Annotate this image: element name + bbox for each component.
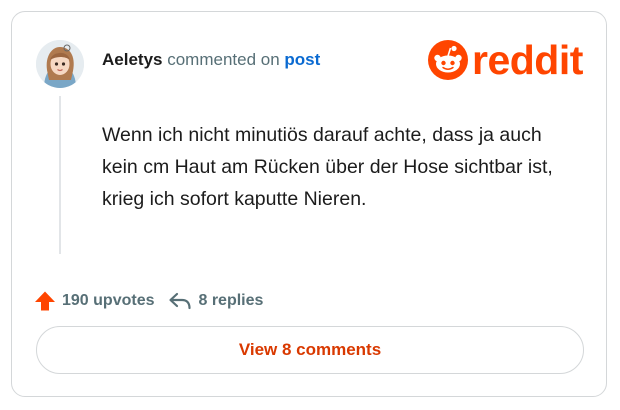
arrow-up-icon — [35, 291, 55, 311]
comment-card: Aeletys commented on post reddit Wenn ic… — [11, 11, 607, 397]
reddit-snoo-icon — [428, 40, 468, 80]
reddit-logo[interactable]: reddit — [428, 37, 583, 83]
post-link[interactable]: post — [284, 50, 320, 69]
replies-button[interactable]: 8 replies — [168, 291, 263, 311]
comment-header: Aeletys commented on post — [102, 50, 320, 70]
thread-line — [59, 96, 61, 254]
reply-arrow-icon — [169, 292, 192, 310]
replies-count: 8 replies — [198, 292, 264, 309]
upvote-button[interactable]: 190 upvotes — [34, 290, 154, 312]
avatar-illustration — [36, 40, 84, 88]
reddit-wordmark: reddit — [472, 37, 583, 83]
upvote-count: 190 upvotes — [62, 292, 155, 309]
action-text: commented on — [167, 50, 280, 69]
comment-actions: 190 upvotes 8 replies — [34, 290, 263, 312]
user-avatar[interactable] — [36, 40, 84, 88]
username[interactable]: Aeletys — [102, 50, 162, 69]
comment-body: Wenn ich nicht minutiös darauf achte, da… — [102, 124, 553, 210]
view-comments-button[interactable]: View 8 comments — [36, 326, 584, 374]
